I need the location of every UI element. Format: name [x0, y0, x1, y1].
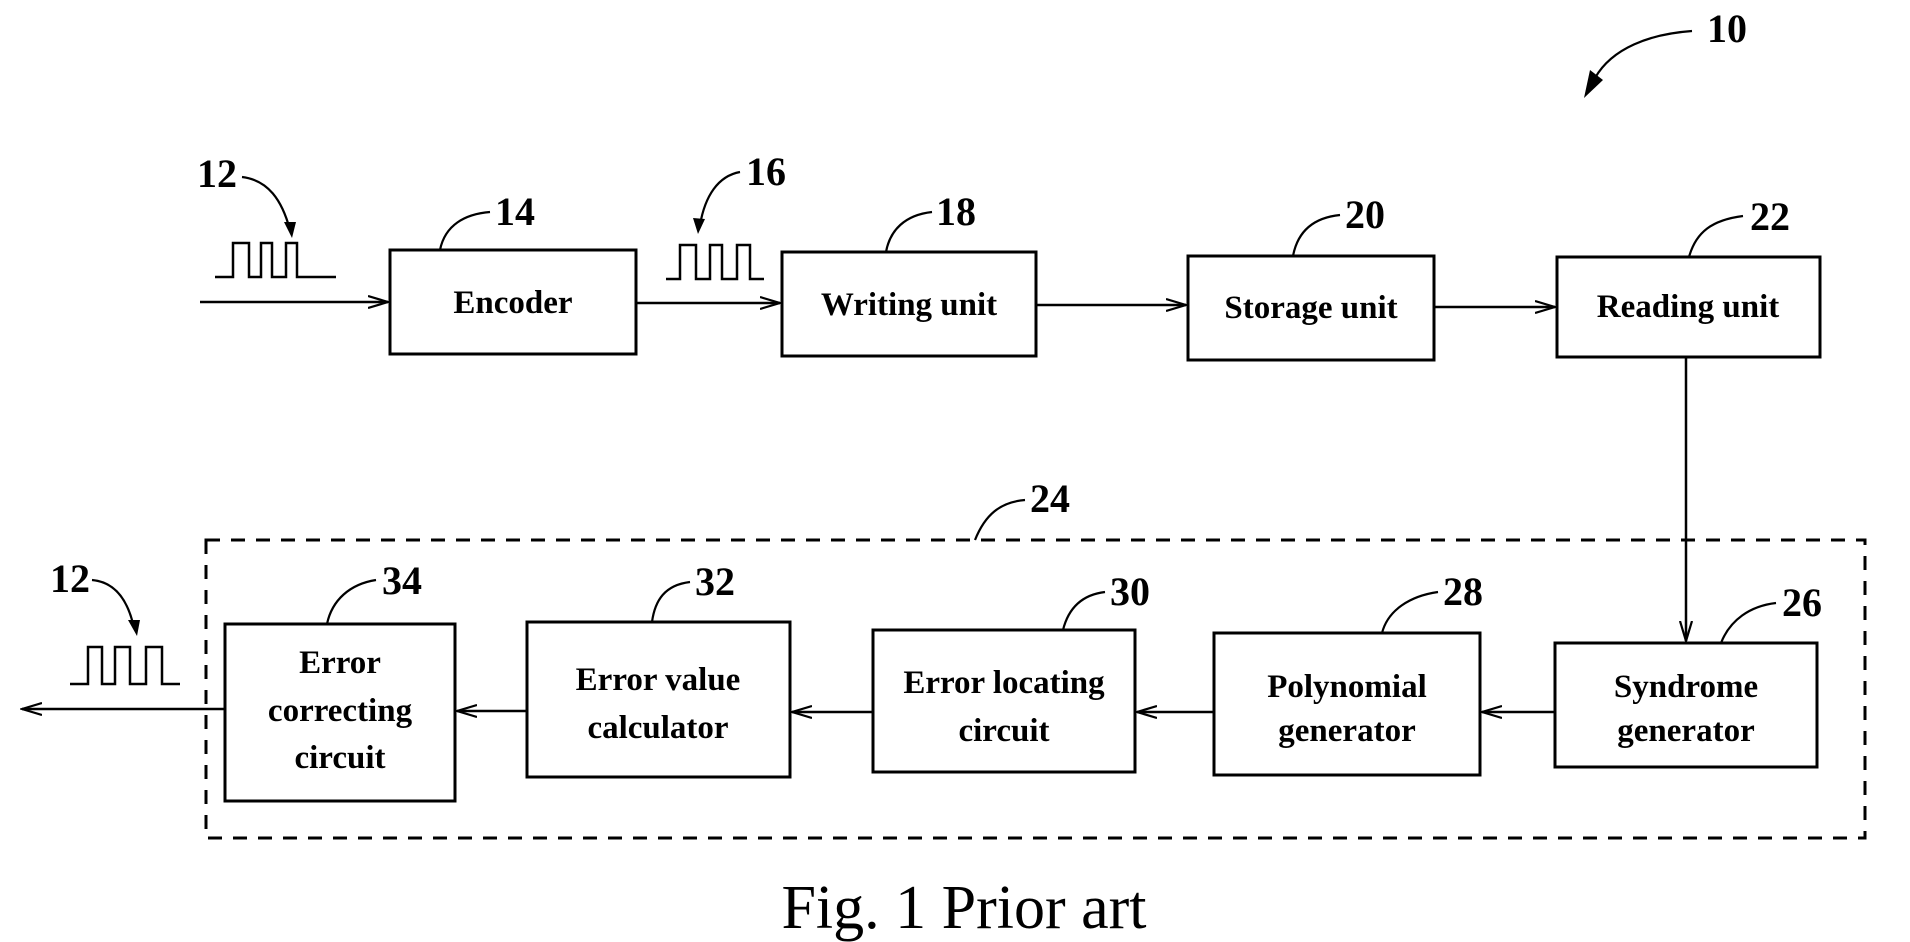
ref-label-20: 20 [1345, 192, 1385, 237]
block-storage-unit: Storage unit 20 [1186, 192, 1436, 362]
error-locating-circuit-box [871, 628, 1137, 774]
block-encoder: Encoder 14 [388, 189, 638, 356]
syndrome-generator-label-line-1: Syndrome [1614, 669, 1758, 705]
leader-line-24 [973, 498, 1026, 541]
error-locating-circuit-label-line-2: circuit [958, 713, 1049, 749]
signal-encoded-data: 16 [666, 149, 786, 281]
leader-line-16 [698, 170, 741, 226]
leader-line-32 [650, 580, 691, 623]
arrowhead-icon [128, 620, 140, 636]
leader-line-18 [884, 210, 933, 253]
ref-label-22: 22 [1750, 194, 1790, 239]
ref-label-12-input: 12 [197, 151, 237, 196]
ref-label-30: 30 [1110, 569, 1150, 614]
reading-unit-label: Reading unit [1597, 289, 1779, 325]
figure-caption: Fig. 1 Prior art [781, 874, 1146, 942]
storage-unit-label: Storage unit [1224, 290, 1397, 326]
polynomial-generator-label-line-2: generator [1278, 713, 1415, 749]
leader-line-22 [1687, 214, 1744, 258]
signal-output-data: 12 [50, 556, 180, 686]
arrowhead-icon [1584, 70, 1603, 98]
error-value-calculator-label-line-1: Error value [576, 662, 741, 698]
encoder-label: Encoder [453, 285, 572, 321]
polynomial-generator-label-line-1: Polynomial [1267, 669, 1427, 705]
block-error-value-calculator: Error value calculator 32 [525, 559, 792, 779]
signal-input-data: 12 [197, 151, 336, 279]
ref-label-32: 32 [695, 559, 735, 604]
writing-unit-label: Writing unit [821, 287, 997, 323]
leader-line-28 [1380, 590, 1439, 634]
error-value-calculator-label-line-2: calculator [587, 710, 728, 746]
ref-label-16: 16 [746, 149, 786, 194]
error-correcting-circuit-label-line-2: correcting [268, 693, 413, 729]
leader-line-10 [1594, 29, 1693, 79]
ref-label-18: 18 [936, 189, 976, 234]
ref-label-12-output: 12 [50, 556, 90, 601]
ref-label-26: 26 [1782, 580, 1822, 625]
block-reading-unit: Reading unit 22 [1555, 194, 1822, 359]
block-error-correcting-circuit: Error correcting circuit 34 [223, 558, 457, 803]
error-correcting-circuit-label-line-3: circuit [294, 740, 385, 776]
system-reference: 10 [1584, 6, 1747, 98]
leader-line-14 [438, 210, 491, 251]
ref-label-14: 14 [495, 189, 535, 234]
ref-label-24: 24 [1030, 476, 1070, 521]
leader-line-30 [1061, 590, 1106, 631]
error-locating-circuit-label-line-1: Error locating [903, 665, 1105, 701]
block-error-locating-circuit: Error locating circuit 30 [871, 569, 1150, 774]
leader-line-34 [325, 578, 377, 625]
square-wave-icon [666, 243, 764, 281]
block-syndrome-generator: Syndrome generator 26 [1553, 580, 1822, 769]
leader-line-12-input [241, 175, 292, 231]
square-wave-icon [70, 645, 180, 686]
block-diagram: 10 24 Encoder 14 Writing unit 18 Storage… [0, 6, 1867, 942]
ref-label-28: 28 [1443, 569, 1483, 614]
leader-line-20 [1291, 213, 1341, 257]
block-writing-unit: Writing unit 18 [780, 189, 1038, 358]
leader-line-12-output [91, 578, 136, 629]
arrowhead-icon [693, 218, 705, 234]
error-correcting-circuit-label-line-1: Error [299, 645, 381, 681]
leader-line-26 [1719, 601, 1777, 644]
error-value-calculator-box [525, 620, 792, 779]
block-polynomial-generator: Polynomial generator 28 [1212, 569, 1483, 777]
arrowhead-icon [284, 222, 296, 238]
ref-label-10: 10 [1707, 6, 1747, 51]
ref-label-34: 34 [382, 558, 422, 603]
syndrome-generator-label-line-2: generator [1617, 713, 1754, 749]
square-wave-icon [215, 241, 336, 279]
